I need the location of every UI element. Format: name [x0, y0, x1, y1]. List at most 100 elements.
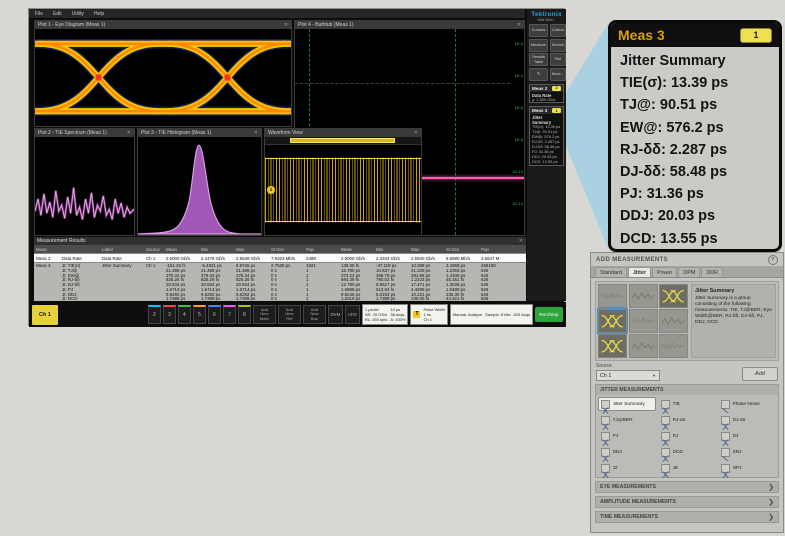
plot-title-bar[interactable]: Plot 3 - TIE Histogram (Meas 1) ✕ — [138, 129, 261, 137]
add-new-math-button[interactable]: Add New Math — [253, 305, 276, 324]
section-eye-measurements[interactable]: EYE MEASUREMENTS❯ — [595, 481, 779, 493]
close-icon[interactable]: ✕ — [414, 131, 418, 136]
preview-tile-wave[interactable] — [629, 284, 658, 308]
run-stop-button[interactable]: Run/Stop — [535, 307, 563, 322]
waveform-overview-bar[interactable] — [265, 137, 421, 145]
help-icon[interactable]: ? — [768, 255, 778, 265]
close-icon[interactable]: ✕ — [284, 23, 288, 28]
section-amplitude-measurements[interactable]: AMPLITUDE MEASUREMENTS❯ — [595, 496, 779, 508]
preview-tile-wave[interactable] — [629, 334, 658, 358]
draw-button[interactable]: ✎ — [529, 68, 548, 81]
chip-phase-noise[interactable]: Phase Noise — [718, 397, 776, 411]
chip-dj[interactable]: DJ — [718, 429, 776, 443]
plot-title-bar[interactable]: Plot 1 - Eye Diagram (Meas 1) ✕ — [35, 21, 291, 29]
chip-npj[interactable]: NPJ — [718, 461, 776, 475]
cursors-button[interactable]: Cursors — [529, 24, 548, 37]
chip-dj[interactable]: DJ-δδ — [718, 413, 776, 427]
chip-j9[interactable]: J9 — [658, 461, 716, 475]
rj-icon — [661, 416, 670, 425]
menu-file[interactable]: File — [35, 11, 43, 17]
measurement-preview-area: Jitter Summary Jitter Summary is a group… — [595, 281, 779, 361]
tab-dpm[interactable]: DPM — [678, 267, 700, 277]
chevron-right-icon: ❯ — [769, 498, 774, 506]
add-new-bus-button[interactable]: Add New Bus — [303, 305, 326, 324]
chip-dcd[interactable]: DCD — [658, 445, 716, 459]
tie-icon — [661, 400, 670, 409]
channel-8-button[interactable]: 8 — [238, 305, 251, 324]
channel-7-button[interactable]: 7 — [223, 305, 236, 324]
preview-tile-noise[interactable] — [598, 284, 627, 308]
horizontal-settings-box[interactable]: 1 μs/divSR: 25 GS/sRL: 250 kpts10 μs38 a… — [362, 304, 409, 325]
preview-tile-wave[interactable] — [659, 309, 688, 333]
meas-3-badge[interactable]: Meas 31Jitter SummaryTIE(σ): 13.39 psTJ@… — [529, 106, 564, 165]
measure-button[interactable]: Measure — [529, 39, 548, 52]
tab-standard[interactable]: Standard — [595, 267, 627, 277]
close-icon[interactable]: ✕ — [254, 131, 258, 136]
chip-j2[interactable]: J2 — [598, 461, 656, 475]
close-icon[interactable]: ✕ — [517, 23, 521, 28]
plot-title-bar[interactable]: Plot 2 - TIE Spectrum (Meas 1) ✕ — [35, 129, 134, 137]
channel-5-button[interactable]: 5 — [193, 305, 206, 324]
zoom-window-handle[interactable] — [290, 138, 395, 143]
ddj-icon — [601, 448, 610, 457]
preview-tile-eye[interactable] — [659, 284, 688, 308]
plot-title-bar[interactable]: Plot 4 - Bathtub (Meas 1) ✕ — [295, 21, 524, 29]
preview-tile-eye[interactable] — [598, 334, 627, 358]
tab-jitter[interactable]: Jitter — [628, 267, 651, 277]
plot-button[interactable]: Plot — [550, 53, 566, 66]
add-new-label[interactable]: Add New... — [529, 18, 564, 22]
chip-tj-ber[interactable]: TJ@BER — [598, 413, 656, 427]
results-table-button[interactable]: Results Table — [529, 53, 548, 66]
section-header[interactable]: JITTER MEASUREMENTS — [596, 385, 778, 395]
waveform-graphic: 1 — [265, 145, 421, 235]
afg-button[interactable]: AFG — [345, 305, 360, 324]
plot4-title: Plot 4 - Bathtub (Meas 1) — [298, 22, 354, 28]
callout-line: EW@: 576.2 ps — [620, 117, 770, 139]
chip-ddj[interactable]: DDJ — [598, 445, 656, 459]
callout-button[interactable]: Callout — [550, 24, 566, 37]
table-row[interactable]: Meas 2Data RateData RateCh 12.5000 Gb/s2… — [34, 253, 526, 263]
menu-edit[interactable]: Edit — [53, 11, 62, 17]
chip-pj[interactable]: PJ — [598, 429, 656, 443]
channel-2-button[interactable]: 2 — [148, 305, 161, 324]
results-table-title-bar[interactable]: Measurement Results ✕ — [34, 237, 526, 245]
source-select[interactable]: Ch 1 ▼ — [596, 370, 660, 381]
trigger-settings-box[interactable]: T Pulse Width1 nsCh 1 — [410, 304, 447, 325]
close-icon[interactable]: ✕ — [127, 131, 131, 136]
badge-line: μ: 2.500 Gb/s — [530, 98, 563, 103]
oscilloscope-screen: File Edit Utility Help Plot 1 - Eye Diagram… — [28, 8, 565, 326]
channel-3-button[interactable]: 3 — [163, 305, 176, 324]
chip-tie[interactable]: TIE — [658, 397, 716, 411]
cell-label: Data Rate — [100, 256, 144, 261]
more-button[interactable]: More... — [550, 68, 566, 81]
tab-ddr[interactable]: DDR — [701, 267, 723, 277]
cell-source: Ch 1 — [144, 263, 164, 268]
menu-utility[interactable]: Utility — [72, 11, 84, 17]
callout-line: DCD: 13.55 ps — [620, 228, 770, 250]
plot-title-bar[interactable]: Waveform View ✕ — [265, 129, 421, 137]
acquisition-settings-box[interactable]: Manual, AnalyzeSample: 8 bits625 Acqs — [450, 304, 533, 325]
info-line: RL: 250 kpts — [365, 317, 387, 322]
meas-2-badge[interactable]: Meas 22Data Rateμ: 2.500 Gb/s — [529, 84, 564, 104]
table-row[interactable]: Jt: DCD1.7389 ps1.7389 ps1.7389 ps0 s11.… — [34, 297, 526, 301]
search-button[interactable]: Search — [550, 39, 566, 52]
preview-tile-eye[interactable] — [598, 309, 627, 333]
chip-rj[interactable]: RJ-δδ — [658, 413, 716, 427]
section-time-measurements[interactable]: TIME MEASUREMENTS❯ — [595, 511, 779, 523]
chip-srj[interactable]: SRJ — [718, 445, 776, 459]
add-button[interactable]: Add — [742, 367, 778, 381]
tab-power[interactable]: Power — [652, 267, 677, 277]
add-new-ref-button[interactable]: Add New Ref — [278, 305, 301, 324]
preview-tile-noise[interactable] — [659, 334, 688, 358]
close-icon[interactable]: ✕ — [519, 239, 523, 244]
channel-4-button[interactable]: 4 — [178, 305, 191, 324]
channel-6-button[interactable]: 6 — [208, 305, 221, 324]
chip-rj[interactable]: RJ — [658, 429, 716, 443]
channel-1-badge[interactable]: Ch 1 — [32, 305, 58, 325]
preview-tile-noise[interactable] — [629, 309, 658, 333]
dvm-button[interactable]: DVM — [328, 305, 343, 324]
chip-jitter-summary[interactable]: Jitter Summary — [598, 397, 656, 411]
description-title: Jitter Summary — [695, 288, 772, 294]
measurement-sections: JITTER MEASUREMENTS Jitter SummaryTIEPhas… — [591, 384, 783, 523]
menu-help[interactable]: Help — [94, 11, 104, 17]
